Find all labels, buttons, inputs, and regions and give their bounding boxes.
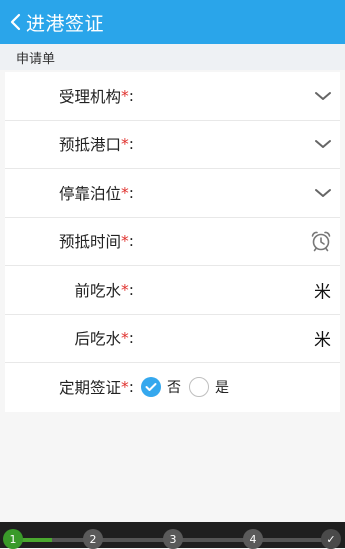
field-row-periodic-visa: 定期签证 *: 否 是 xyxy=(5,363,340,412)
field-row-expected-port[interactable]: 预抵港口 *: xyxy=(5,121,340,169)
field-label: 受理机构 *: xyxy=(59,72,134,120)
checkmark-icon xyxy=(145,383,157,392)
field-label: 后吃水 *: xyxy=(75,315,135,363)
field-label-text: 停靠泊位 xyxy=(59,184,122,203)
back-button[interactable] xyxy=(4,0,26,44)
step-3[interactable]: 3 xyxy=(163,529,183,549)
field-colon: : xyxy=(128,183,134,202)
radio-yes[interactable] xyxy=(189,377,209,398)
chevron-down-icon[interactable] xyxy=(314,187,332,199)
step-4[interactable]: 4 xyxy=(243,529,263,549)
field-colon: : xyxy=(128,329,134,348)
field-colon: : xyxy=(128,86,134,105)
field-row-aft-draft[interactable]: 后吃水 *: 米 xyxy=(5,315,340,363)
radio-no[interactable] xyxy=(141,377,161,398)
chevron-down-icon[interactable] xyxy=(314,138,332,150)
required-asterisk: * xyxy=(121,86,129,105)
alarm-clock-icon[interactable] xyxy=(310,230,332,252)
section-label: 申请单 xyxy=(0,44,345,70)
step-progress-bar: 1 2 3 4 ✓ xyxy=(0,522,345,549)
field-row-acceptance-agency[interactable]: 受理机构 *: xyxy=(5,72,340,121)
field-label: 预抵时间 *: xyxy=(59,218,134,266)
step-2[interactable]: 2 xyxy=(83,529,103,549)
chevron-down-icon[interactable] xyxy=(314,90,332,102)
title-bar: 进港签证 xyxy=(0,0,345,44)
field-label: 预抵港口 *: xyxy=(59,121,134,169)
field-label-text: 后吃水 xyxy=(74,330,122,349)
field-colon: : xyxy=(128,232,134,251)
step-1[interactable]: 1 xyxy=(3,529,23,549)
field-label-text: 定期签证 xyxy=(59,379,122,398)
required-asterisk: * xyxy=(121,135,129,154)
application-form: 受理机构 *: 预抵港口 *: 停靠泊位 *: 预抵时间 *: 前吃水 *: … xyxy=(5,72,340,412)
radio-no-label: 否 xyxy=(167,380,181,397)
field-label-text: 预抵时间 xyxy=(59,233,122,252)
field-row-forward-draft[interactable]: 前吃水 *: 米 xyxy=(5,266,340,315)
step-complete-check-icon[interactable]: ✓ xyxy=(321,529,341,549)
field-label-text: 受理机构 xyxy=(59,87,122,106)
required-asterisk: * xyxy=(121,329,129,348)
field-label: 停靠泊位 *: xyxy=(59,169,134,217)
required-asterisk: * xyxy=(121,183,129,202)
field-colon: : xyxy=(128,378,134,397)
field-row-expected-time[interactable]: 预抵时间 *: xyxy=(5,218,340,266)
radio-yes-label: 是 xyxy=(215,380,229,397)
required-asterisk: * xyxy=(121,280,129,299)
periodic-visa-radio-group: 否 是 xyxy=(141,363,237,412)
unit-label: 米 xyxy=(314,282,331,303)
field-label-text: 前吃水 xyxy=(74,281,122,300)
field-label: 前吃水 *: xyxy=(75,266,135,314)
field-label: 定期签证 *: xyxy=(59,363,134,412)
chevron-left-icon xyxy=(10,13,21,31)
field-label-text: 预抵港口 xyxy=(59,136,122,155)
field-colon: : xyxy=(128,280,134,299)
required-asterisk: * xyxy=(121,232,129,251)
unit-label: 米 xyxy=(314,330,331,351)
page-title: 进港签证 xyxy=(26,12,105,35)
required-asterisk: * xyxy=(121,378,129,397)
field-row-berth[interactable]: 停靠泊位 *: xyxy=(5,169,340,218)
field-colon: : xyxy=(128,135,134,154)
